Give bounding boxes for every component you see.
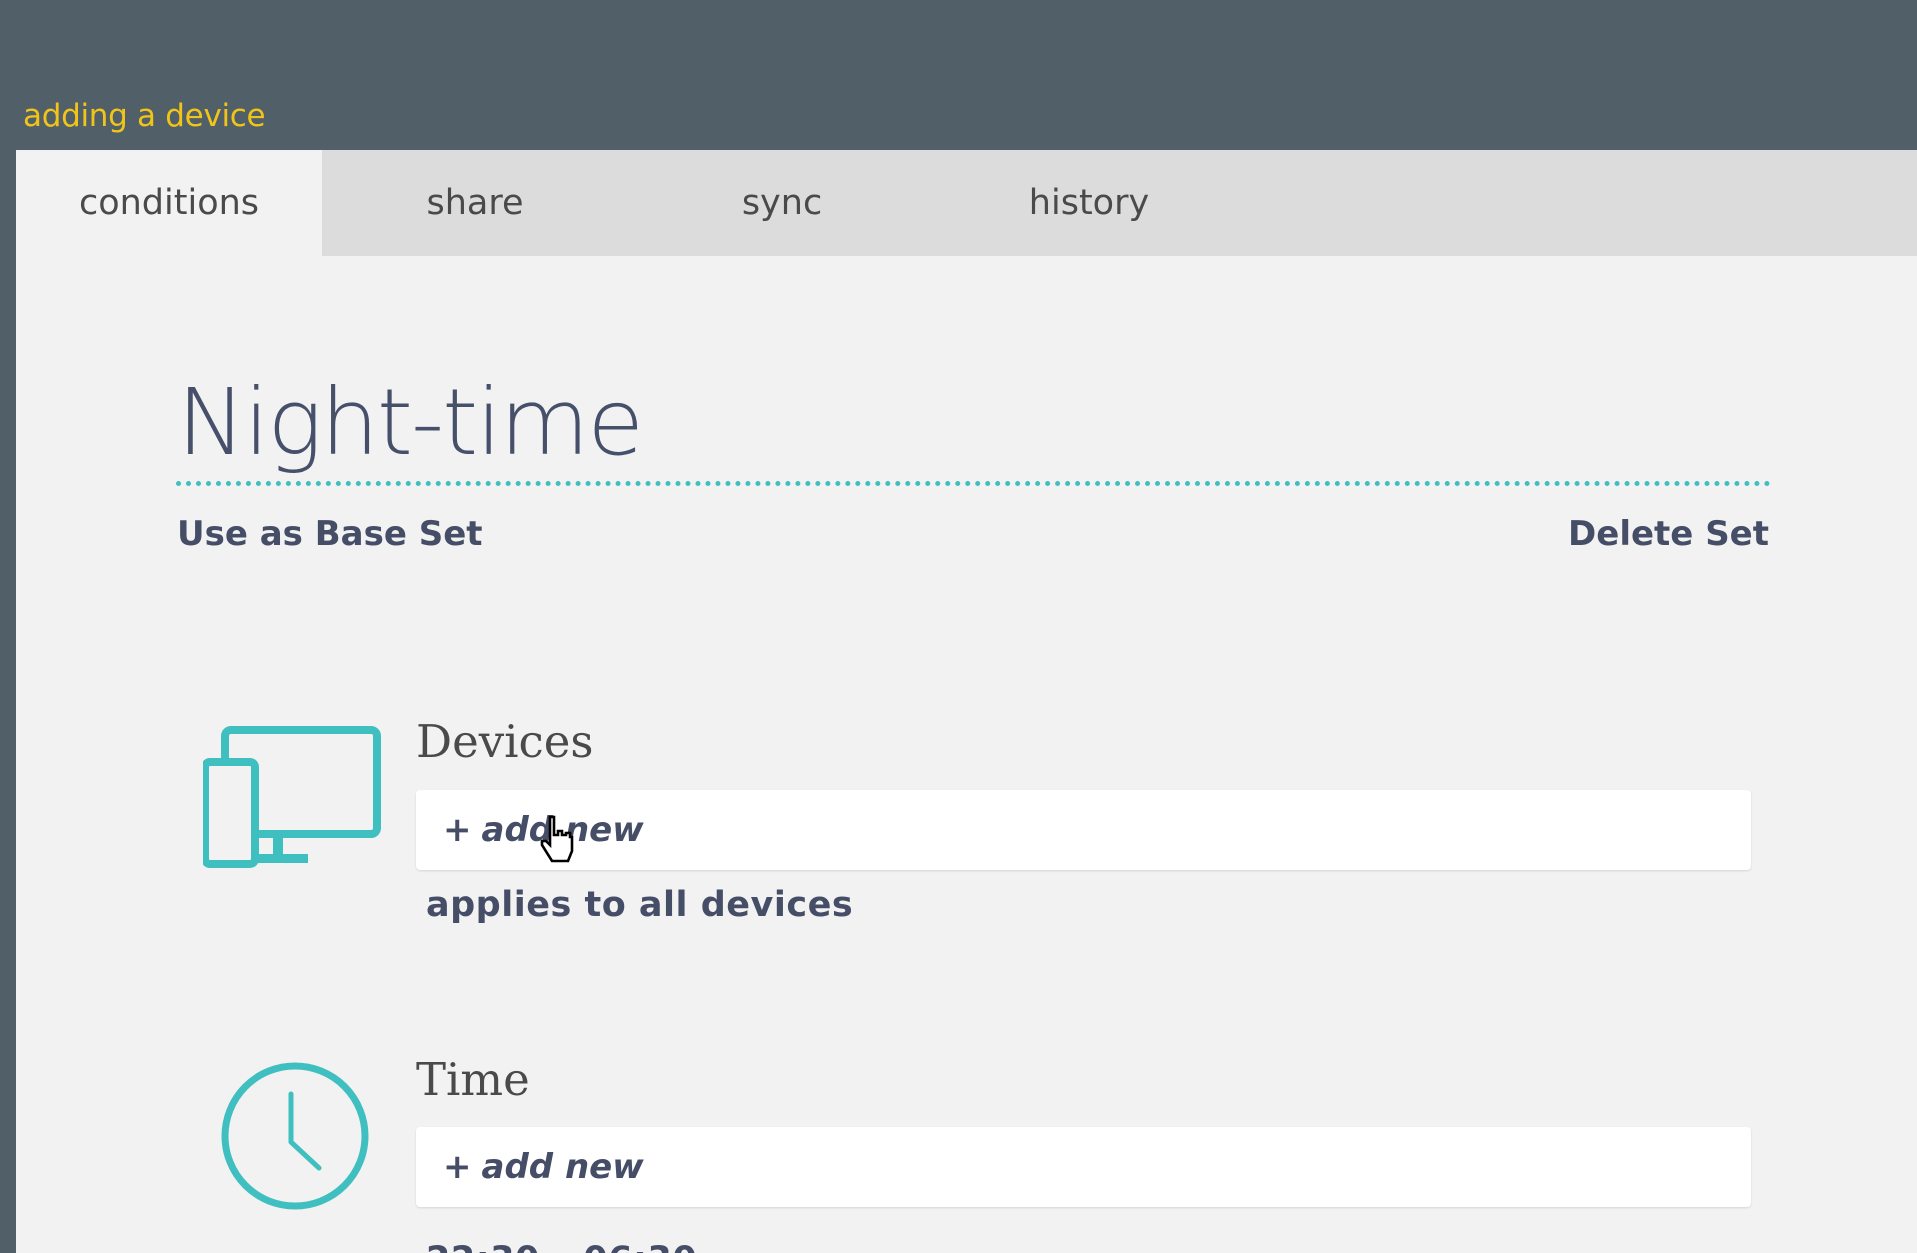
clock-icon — [221, 1062, 369, 1210]
devices-section-title: Devices — [416, 715, 594, 768]
time-add-new-button[interactable]: + add new — [416, 1127, 1751, 1207]
top-bar: adding a device — [0, 0, 1917, 150]
use-as-base-set-link[interactable]: Use as Base Set — [177, 514, 483, 554]
add-new-label: add new — [481, 1147, 644, 1187]
main-panel: conditions share sync history Night-time… — [16, 150, 1917, 1253]
add-new-label: add new — [481, 810, 644, 850]
page-label: adding a device — [23, 98, 266, 134]
tab-conditions[interactable]: conditions — [16, 150, 322, 256]
set-title[interactable]: Night-time — [177, 377, 644, 469]
tab-sync[interactable]: sync — [629, 150, 935, 256]
plus-icon: + — [443, 810, 472, 850]
time-section-title: Time — [416, 1053, 530, 1106]
tab-bar: conditions share sync history — [16, 150, 1917, 256]
tab-history[interactable]: history — [936, 150, 1242, 256]
devices-add-new-button[interactable]: + add new — [416, 790, 1751, 870]
time-range-note: 22:30 – 06:30 — [426, 1240, 697, 1253]
devices-icon — [203, 726, 381, 868]
devices-scope-note: applies to all devices — [426, 885, 854, 925]
plus-icon: + — [443, 1147, 472, 1187]
delete-set-link[interactable]: Delete Set — [1568, 514, 1769, 554]
tab-share[interactable]: share — [322, 150, 628, 256]
title-underline — [176, 481, 1771, 486]
